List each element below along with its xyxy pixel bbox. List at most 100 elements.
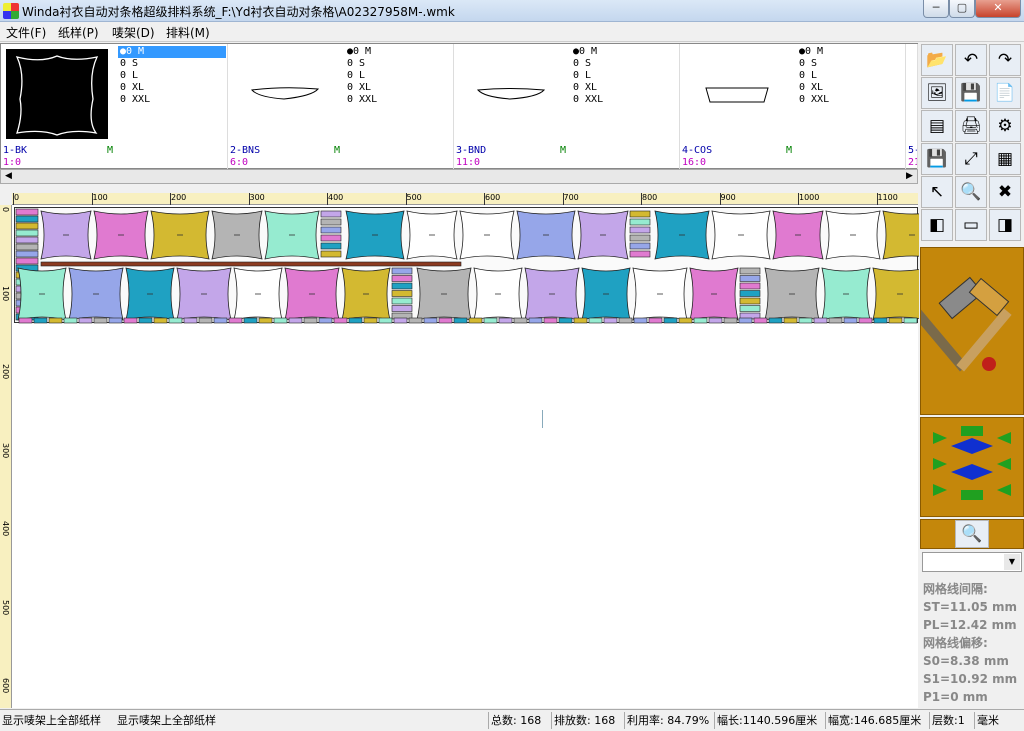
marker-strip-piece[interactable] xyxy=(708,317,723,324)
marker-strip-piece[interactable] xyxy=(558,317,573,324)
piece-slot-3[interactable]: ●0 M 0 S 0 L 0 XL 0 XXL 3-BND 11:0 M xyxy=(454,44,680,170)
marker-layout[interactable] xyxy=(15,208,1024,324)
scroll-right-icon[interactable]: ▶ xyxy=(902,170,917,183)
minimize-button[interactable]: ─ xyxy=(923,0,949,18)
marker-strip-piece[interactable] xyxy=(483,317,498,324)
marker-strip-piece[interactable] xyxy=(513,317,528,324)
marker-strip-piece[interactable] xyxy=(93,317,108,324)
marker-strip-piece[interactable] xyxy=(168,317,183,324)
marker-strip-piece[interactable] xyxy=(391,297,413,305)
marker-strip-piece[interactable] xyxy=(363,317,378,324)
marker-strip-piece[interactable] xyxy=(273,317,288,324)
size-row[interactable]: 0 L xyxy=(345,70,453,82)
marker-strip-piece[interactable] xyxy=(873,317,888,324)
piece-slot-1[interactable]: ●0 M 0 S 0 L 0 XL 0 XXL 1-BK 1:0 M xyxy=(1,44,228,170)
size-row[interactable]: 0 L xyxy=(797,70,905,82)
marker-strip-piece[interactable] xyxy=(739,297,761,305)
marker-strip-piece[interactable] xyxy=(858,317,873,324)
marker-strip-piece[interactable] xyxy=(320,218,342,226)
marker-strip-piece[interactable] xyxy=(78,317,93,324)
marker-strip-piece[interactable] xyxy=(391,282,413,290)
roll-icon[interactable]: ▤ xyxy=(921,110,953,142)
arrange-tool-panel[interactable] xyxy=(920,417,1024,517)
marker-strip-piece[interactable] xyxy=(320,226,342,234)
marker-strip-piece[interactable] xyxy=(183,317,198,324)
zoom-icon[interactable]: 🔍 xyxy=(955,176,987,208)
size-row[interactable]: 0 L xyxy=(118,70,226,82)
marker-strip-piece[interactable] xyxy=(320,250,342,258)
marker-strip-piece[interactable] xyxy=(228,317,243,324)
marker-strip-piece[interactable] xyxy=(739,290,761,297)
marker-strip-piece[interactable] xyxy=(723,317,738,324)
marker-strip-piece[interactable] xyxy=(303,317,318,324)
chevron-down-icon[interactable]: ▼ xyxy=(1004,554,1020,570)
marker-strip-piece[interactable] xyxy=(468,317,483,324)
marker-strip-piece[interactable] xyxy=(288,317,303,324)
size-row[interactable]: ●0 M xyxy=(797,46,905,58)
marker-strip-piece[interactable] xyxy=(391,305,413,312)
marker-strip-piece[interactable] xyxy=(588,317,603,324)
marker-strip-piece[interactable] xyxy=(391,267,413,275)
marker-strip-piece[interactable] xyxy=(15,215,39,223)
size-row[interactable]: 0 XL xyxy=(797,82,905,94)
size-row[interactable]: 0 XXL xyxy=(345,94,453,106)
piece-strip-scrollbar[interactable]: ◀ ▶ xyxy=(0,169,918,184)
grid-delete-icon[interactable]: ✖ xyxy=(989,176,1021,208)
marker-strip-piece[interactable] xyxy=(320,210,342,218)
resize-icon[interactable]: ⤢ xyxy=(955,143,987,175)
marker-strip-piece[interactable] xyxy=(48,317,63,324)
marker-strip-piece[interactable] xyxy=(693,317,708,324)
marker-strip-piece[interactable] xyxy=(63,317,78,324)
printer-icon[interactable]: 🖨 xyxy=(955,110,987,142)
marker-strip-piece[interactable] xyxy=(888,317,903,324)
marker-strip-piece[interactable] xyxy=(629,210,651,218)
menu-layout[interactable]: 排料(M) xyxy=(166,24,210,41)
marker-strip-piece[interactable] xyxy=(813,317,828,324)
marker-strip-piece[interactable] xyxy=(378,317,393,324)
image-icon[interactable]: 🖼 xyxy=(921,77,953,109)
close-button[interactable]: ✕ xyxy=(975,0,1021,18)
menu-marker[interactable]: 唛架(D) xyxy=(112,24,155,41)
marker-strip-piece[interactable] xyxy=(15,236,39,244)
marker-canvas[interactable] xyxy=(12,205,1024,708)
marker-strip-piece[interactable] xyxy=(40,261,462,267)
marker-strip-piece[interactable] xyxy=(573,317,588,324)
size-row[interactable]: 0 XXL xyxy=(571,94,679,106)
repair-tool-panel[interactable] xyxy=(912,247,1024,415)
marker-strip-piece[interactable] xyxy=(843,317,858,324)
marker-strip-piece[interactable] xyxy=(498,317,513,324)
marker-strip-piece[interactable] xyxy=(739,282,761,290)
marker-strip-piece[interactable] xyxy=(528,317,543,324)
marker-strip-piece[interactable] xyxy=(739,267,761,275)
marker-strip-piece[interactable] xyxy=(629,250,651,258)
undo-icon[interactable]: ↶ xyxy=(955,44,987,76)
marker-strip-piece[interactable] xyxy=(678,317,693,324)
marker-strip-piece[interactable] xyxy=(333,317,348,324)
marker-strip-piece[interactable] xyxy=(15,250,39,258)
marker-strip-piece[interactable] xyxy=(543,317,558,324)
marker-strip-piece[interactable] xyxy=(198,317,213,324)
marker-strip-piece[interactable] xyxy=(423,317,438,324)
settings-icon[interactable]: ⚙ xyxy=(989,110,1021,142)
fit-left-icon[interactable]: ◧ xyxy=(921,209,953,241)
marker-strip-piece[interactable] xyxy=(768,317,783,324)
size-row[interactable]: 0 S xyxy=(797,58,905,70)
marker-strip-piece[interactable] xyxy=(320,234,342,242)
marker-strip-piece[interactable] xyxy=(15,257,39,265)
size-row[interactable]: 0 S xyxy=(571,58,679,70)
menu-pattern[interactable]: 纸样(P) xyxy=(58,24,99,41)
marker-strip-piece[interactable] xyxy=(828,317,843,324)
marker-strip-piece[interactable] xyxy=(391,290,413,297)
marker-strip-piece[interactable] xyxy=(391,275,413,282)
marker-strip-piece[interactable] xyxy=(393,317,408,324)
marker-strip-piece[interactable] xyxy=(629,226,651,234)
marker-strip-piece[interactable] xyxy=(438,317,453,324)
size-row[interactable]: ●0 M xyxy=(571,46,679,58)
maximize-button[interactable]: ▢ xyxy=(949,0,975,18)
marker-strip-piece[interactable] xyxy=(629,234,651,242)
marker-strip-piece[interactable] xyxy=(738,317,753,324)
magnifier-icon[interactable]: 🔍 xyxy=(955,520,989,548)
scroll-left-icon[interactable]: ◀ xyxy=(1,170,16,183)
size-list[interactable]: ●0 M 0 S 0 L 0 XL 0 XXL xyxy=(571,46,679,106)
marker-strip-piece[interactable] xyxy=(320,242,342,250)
